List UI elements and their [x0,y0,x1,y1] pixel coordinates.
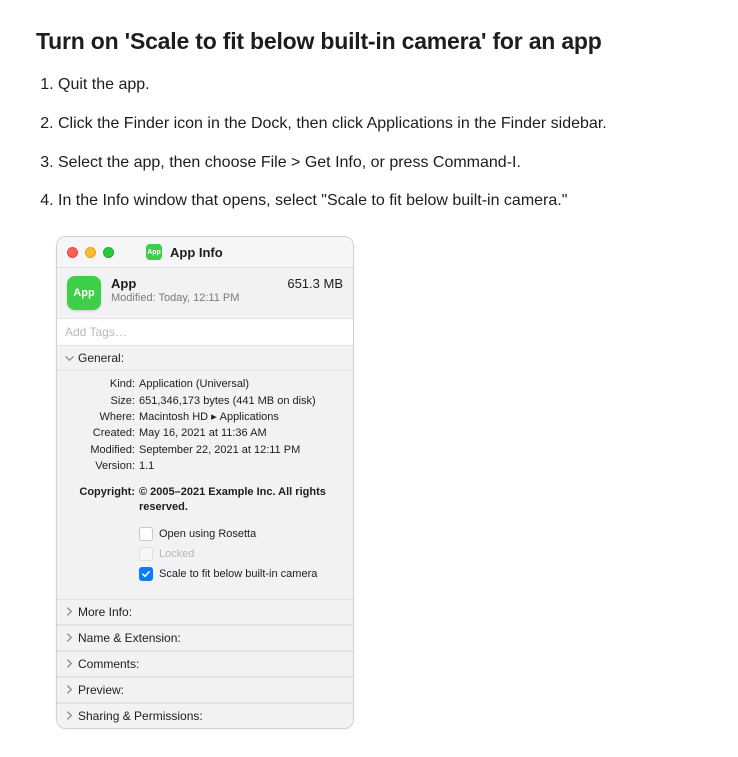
chevron-down-icon [65,354,74,363]
copyright-label: Copyright: [67,485,139,515]
app-icon: App [67,276,101,310]
section-label: Comments: [78,657,139,671]
step-item: Select the app, then choose File > Get I… [58,151,702,176]
close-icon[interactable] [67,247,78,258]
header-row: App App Modified: Today, 12:11 PM 651.3 … [57,268,353,318]
chevron-right-icon [65,711,74,720]
page-heading: Turn on 'Scale to fit below built-in cam… [36,28,702,55]
general-body: Kind:Application (Universal) Size:651,34… [57,371,353,599]
kind-label: Kind: [67,377,139,392]
where-value: Macintosh HD▸Applications [139,410,343,425]
checkbox-unchecked-icon [139,527,153,541]
steps-list: Quit the app. Click the Finder icon in t… [36,73,702,214]
chevron-right-icon [65,685,74,694]
checkbox-disabled-icon [139,547,153,561]
section-general[interactable]: General: [57,346,353,371]
size-value: 651,346,173 bytes (441 MB on disk) [139,394,343,409]
kind-value: Application (Universal) [139,377,343,392]
tags-input[interactable] [57,319,353,345]
section-label: Name & Extension: [78,631,181,645]
chevron-right-icon [65,607,74,616]
zoom-icon[interactable] [103,247,114,258]
created-label: Created: [67,426,139,441]
locked-label: Locked [159,548,194,560]
version-value: 1.1 [139,459,343,474]
where-label: Where: [67,410,139,425]
copyright-value: © 2005–2021 Example Inc. All rights rese… [139,485,343,515]
traffic-lights [67,247,114,258]
titlebar: App App Info [57,237,353,268]
section-name-extension[interactable]: Name & Extension: [57,625,353,651]
section-label: Preview: [78,683,124,697]
section-more-info[interactable]: More Info: [57,599,353,625]
rosetta-label: Open using Rosetta [159,528,256,540]
section-sharing[interactable]: Sharing & Permissions: [57,703,353,728]
chevron-right-icon [65,659,74,668]
modified-summary: Modified: Today, 12:11 PM [111,292,277,304]
version-label: Version: [67,459,139,474]
size-label: Size: [67,394,139,409]
chevron-right-icon [65,633,74,642]
minimize-icon[interactable] [85,247,96,258]
app-size: 651.3 MB [287,276,343,291]
info-window: App App Info App App Modified: Today, 12… [56,236,354,729]
rosetta-row[interactable]: Open using Rosetta [139,527,343,541]
scale-label: Scale to fit below built-in camera [159,568,317,580]
app-name: App [111,276,277,291]
tags-field [57,318,353,346]
window-title: App Info [170,245,223,260]
section-label: More Info: [78,605,132,619]
scale-row[interactable]: Scale to fit below built-in camera [139,567,343,581]
modified-value: September 22, 2021 at 12:11 PM [139,443,343,458]
step-item: In the Info window that opens, select "S… [58,189,702,214]
title-app-icon: App [146,244,162,260]
step-item: Quit the app. [58,73,702,98]
section-comments[interactable]: Comments: [57,651,353,677]
section-preview[interactable]: Preview: [57,677,353,703]
modified-label: Modified: [67,443,139,458]
locked-row: Locked [139,547,343,561]
section-label: General: [78,351,124,365]
checkbox-checked-icon [139,567,153,581]
step-item: Click the Finder icon in the Dock, then … [58,112,702,137]
created-value: May 16, 2021 at 11:36 AM [139,426,343,441]
section-label: Sharing & Permissions: [78,709,203,723]
